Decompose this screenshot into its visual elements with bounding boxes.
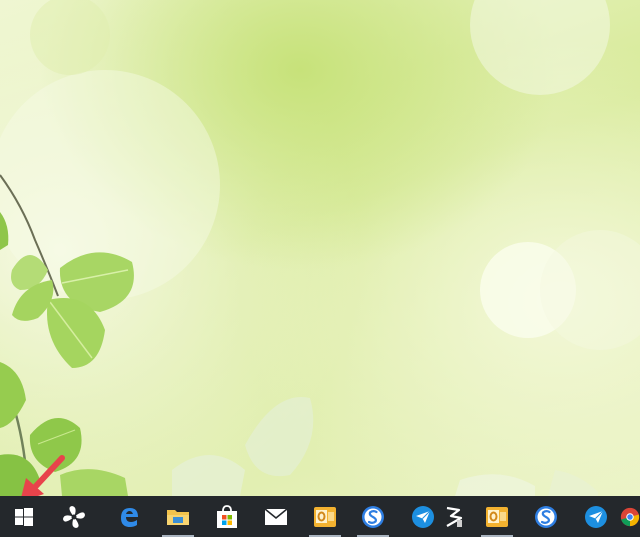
sogou-input-second-button[interactable]	[526, 496, 566, 537]
file-explorer-button[interactable]	[158, 496, 198, 537]
zip-icon	[446, 506, 463, 527]
wallpaper-image	[0, 0, 640, 496]
desktop-wallpaper	[0, 0, 640, 496]
chrome-button[interactable]	[620, 496, 640, 537]
paper-plane-icon	[412, 505, 434, 528]
paper-plane-icon	[585, 505, 607, 528]
edge-icon	[121, 507, 138, 527]
outlook-second-button[interactable]	[477, 496, 517, 537]
outlook-icon	[486, 506, 508, 527]
mail-button[interactable]	[256, 496, 296, 537]
edge-browser-button[interactable]	[109, 496, 149, 537]
envelope-icon	[264, 507, 288, 525]
windows-logo-icon	[15, 507, 33, 526]
outlook-button[interactable]	[305, 496, 345, 537]
chrome-icon	[620, 507, 640, 526]
pinwheel-icon	[63, 505, 85, 528]
folder-icon	[167, 509, 189, 525]
outlook-icon	[314, 506, 336, 527]
zip-archive-button[interactable]	[434, 496, 474, 537]
sogou-input-button[interactable]	[353, 496, 393, 537]
sogou-s-icon	[362, 505, 384, 528]
paper-plane-second-button[interactable]	[576, 496, 616, 537]
store-bag-icon	[217, 504, 237, 528]
start-button[interactable]	[4, 496, 44, 537]
taskbar	[0, 496, 640, 537]
store-button[interactable]	[207, 496, 247, 537]
sogou-s-icon	[535, 505, 557, 528]
pinwheel-app-button[interactable]	[54, 496, 94, 537]
